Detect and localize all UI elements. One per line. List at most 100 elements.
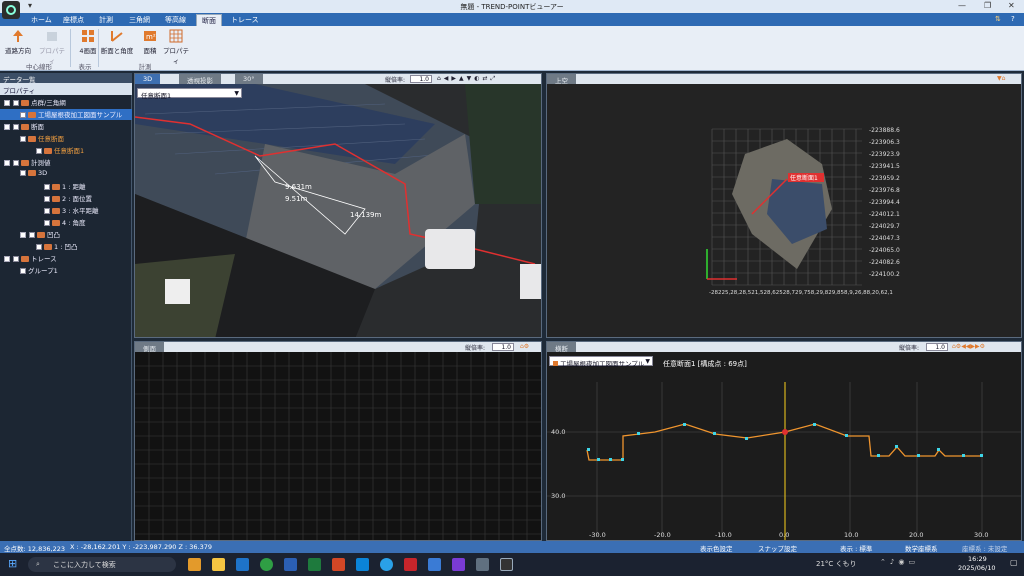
group-measure: 計測 <box>138 63 152 71</box>
tray-icons[interactable]: ⌃♪◉▭ <box>880 558 919 566</box>
svg-text:-223906.3: -223906.3 <box>869 139 900 146</box>
app-icon-navy[interactable] <box>428 558 441 571</box>
tree-item-horizontal-distance[interactable]: 3 : 水平距離 <box>44 205 98 216</box>
color-setting-button[interactable]: 表示色設定 <box>700 543 733 553</box>
side-scale-label: 縦倍率: <box>465 345 486 352</box>
tree-item-distance[interactable]: 1 : 距離 <box>44 181 85 192</box>
section-select-3d[interactable]: 任意断面1 ▼ <box>137 88 242 100</box>
measure-label-1: 9.631m <box>285 183 312 191</box>
cross-section-chart: 40.0 30.0 -30.0 -20.0 -10.0 0.0 10.0 20.… <box>547 382 1021 540</box>
acrobat-icon[interactable] <box>404 558 417 571</box>
coord-system-button[interactable]: 数学座標系 <box>905 543 938 553</box>
tab-3d[interactable]: 3D <box>135 74 161 84</box>
road-direction-button[interactable]: 道路方向 <box>2 28 34 58</box>
app-icon-blue[interactable] <box>356 558 369 571</box>
outlook-icon[interactable] <box>236 558 249 571</box>
tab-home[interactable]: ホーム <box>26 14 57 26</box>
app-icon-purple[interactable] <box>452 558 465 571</box>
tab-perspective[interactable]: 透視投影 <box>179 74 221 85</box>
tab-cross[interactable]: 横断 <box>547 342 576 353</box>
tree-item-pointcloud[interactable]: 点群/三角網 <box>4 97 66 108</box>
tab-trace[interactable]: トレース <box>226 14 264 26</box>
panel-property-button[interactable]: プロパティ <box>3 85 35 95</box>
side-view-grid <box>135 352 541 540</box>
side-view-icons[interactable]: ⌂⚙ <box>520 343 529 350</box>
close-icon[interactable]: ✕ <box>1008 1 1015 10</box>
centerline-property-button[interactable]: プロパティ <box>36 28 68 65</box>
tree-item-arbitrary-section-1[interactable]: 任意断面1 <box>36 145 84 156</box>
app-logo-icon[interactable] <box>2 1 20 19</box>
cross-scale-label: 縦倍率: <box>899 345 920 352</box>
excel-icon[interactable] <box>308 558 321 571</box>
cross-scale-input[interactable]: 1.0 <box>926 343 948 351</box>
tree-item-dataset[interactable]: 工場屋根夜加工図面サンプル <box>0 109 132 120</box>
tree-item-measurements[interactable]: 計測値 <box>4 157 51 168</box>
svg-text:-224029.7: -224029.7 <box>869 223 900 230</box>
ribbon-tabs: ホーム 座標点 計測 三角網 等高線 断面 トレース ⇅ ? <box>0 13 1024 26</box>
tab-contour[interactable]: 等高線 <box>160 14 191 26</box>
grid-property-icon <box>169 29 183 43</box>
windows-start-icon[interactable]: ⊞ <box>8 557 17 570</box>
tree-item-arbitrary-section[interactable]: 任意断面 <box>20 133 64 144</box>
tree-item-unevenness[interactable]: 凹凸 <box>20 229 60 240</box>
cross-view-icons[interactable]: ⌂⚙◀◀▶▶⚙ <box>952 343 985 350</box>
ribbon: 道路方向 プロパティ 4画面 断面と角度 m² 面積 プロパティ 中心線形 表示… <box>0 26 1024 71</box>
taskbar-app-icon[interactable] <box>188 558 201 571</box>
panel-toolbar: プロパティ <box>0 83 132 95</box>
tree-item-unevenness-1[interactable]: 1 : 凹凸 <box>36 241 77 252</box>
tab-angle[interactable]: 30° <box>235 74 263 84</box>
help-icon[interactable]: ? <box>1006 14 1020 26</box>
snap-setting-button[interactable]: スナップ設定 <box>758 543 797 553</box>
tab-tin[interactable]: 三角網 <box>124 14 155 26</box>
maximize-icon[interactable]: ❐ <box>984 1 991 10</box>
svg-text:-224012.1: -224012.1 <box>869 211 900 218</box>
y-tick-30: 30.0 <box>551 492 565 500</box>
tab-coordinates[interactable]: 座標点 <box>58 14 89 26</box>
svg-text:-20.0: -20.0 <box>654 531 671 539</box>
app-icon-red[interactable] <box>332 558 345 571</box>
tree-item-3d[interactable]: 3D <box>20 169 47 180</box>
section-angle-button[interactable]: 断面と角度 <box>100 28 134 58</box>
clock-time: 16:29 <box>968 555 987 563</box>
settings-icon[interactable]: ⇅ <box>990 14 1006 26</box>
weather[interactable]: 21°C くもり <box>816 559 857 569</box>
status-bar: 全点数: 12,836,223 X : -28,162.201 Y : -223… <box>0 541 1024 553</box>
tree-item-surface-position[interactable]: 2 : 面位置 <box>44 193 92 204</box>
svg-text:-224047.3: -224047.3 <box>869 235 900 242</box>
tree-item-trace[interactable]: トレース <box>4 253 57 264</box>
app-icon-gray[interactable] <box>476 558 489 571</box>
scale-input[interactable]: 1.0 <box>410 75 432 83</box>
tree-item-angle[interactable]: 4 : 角度 <box>44 217 85 228</box>
tab-measure[interactable]: 計測 <box>94 14 118 26</box>
viewport-3d[interactable]: 9.631m 9.51m 14.139m 3D 透視投影 30° 縦倍率: 1.… <box>134 73 542 338</box>
edge-icon[interactable] <box>380 558 393 571</box>
svg-text:-28225,28,28,521,528,62528,729: -28225,28,28,521,528,62528,729,758,29,82… <box>709 290 893 296</box>
viewport-3d-toolbar: 3D 透視投影 30° 縦倍率: 1.0 ⌂◀▶▲▼◐⇄⤢ <box>135 74 541 85</box>
quick-access-icon[interactable]: ▾ <box>28 1 32 10</box>
title-bar: 無題 - TREND-POINTビューアー ▾ — ❐ ✕ <box>0 0 1024 13</box>
side-scale-input[interactable]: 1.0 <box>492 343 514 351</box>
viewport-side[interactable]: 側面 縦倍率: 1.0 ⌂⚙ <box>134 341 542 541</box>
tab-section[interactable]: 断面 <box>196 14 222 26</box>
tab-side[interactable]: 側面 <box>135 342 164 353</box>
cursor-coords: X : -28,162.201 Y : -223,987.290 Z : 36.… <box>70 543 212 551</box>
chrome-icon[interactable] <box>260 558 273 571</box>
coord-system-setting[interactable]: 座標系 : 未設定 <box>962 543 1007 553</box>
taskbar-search[interactable]: ⌕ ここに入力して検索 <box>28 557 176 572</box>
svg-text:-223959.2: -223959.2 <box>869 175 900 182</box>
minimize-icon[interactable]: — <box>958 1 966 10</box>
notification-icon[interactable]: ▢ <box>1010 558 1018 567</box>
window-title: 無題 - TREND-POINTビューアー <box>460 3 564 11</box>
file-explorer-icon[interactable] <box>212 558 225 571</box>
view-toolbar-icons[interactable]: ⌂◀▶▲▼◐⇄⤢ <box>437 75 498 83</box>
top-view-icons[interactable]: ▼⌂ <box>997 75 1005 82</box>
tab-top[interactable]: 上空 <box>547 74 576 85</box>
tree-item-group-1[interactable]: グループ1 <box>20 265 58 276</box>
viewport-top[interactable]: 上空 ▼⌂ 任意断面1 -223888.6 -223906.3 -223923.… <box>546 73 1022 338</box>
display-mode[interactable]: 表示 : 標準 <box>840 543 872 553</box>
tree-item-section[interactable]: 断面 <box>4 121 44 132</box>
word-icon[interactable] <box>284 558 297 571</box>
viewport-cross-section[interactable]: 横断 縦倍率: 1.0 ⌂⚙◀◀▶▶⚙ 工場屋根夜加工図面サンプル ▼ 任意断面1… <box>546 341 1022 541</box>
measure-property-button[interactable]: プロパティ <box>160 28 192 65</box>
trend-point-taskbar-icon[interactable] <box>500 558 513 571</box>
